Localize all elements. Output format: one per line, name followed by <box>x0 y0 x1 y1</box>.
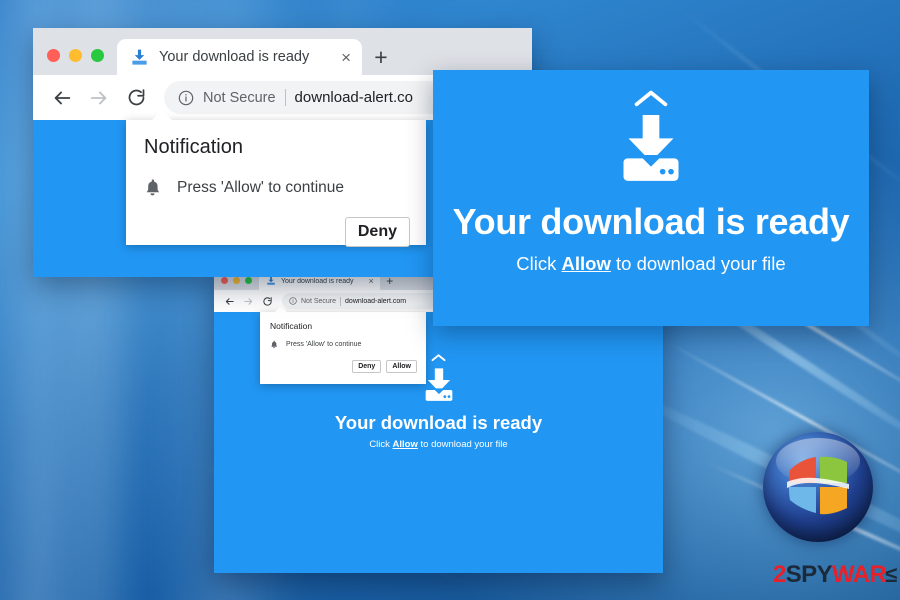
tab-title-small: Your download is ready <box>281 277 354 285</box>
chevron-up-icon <box>634 90 668 107</box>
window-controls-small <box>214 277 259 290</box>
url-text-small: download-alert.com <box>345 297 407 305</box>
tab-title-large: Your download is ready <box>159 49 310 65</box>
logo-part-3: WAR <box>831 561 887 588</box>
arrow-left-icon <box>225 297 234 305</box>
tab-close-icon[interactable]: × <box>341 49 351 66</box>
bell-icon <box>146 179 160 196</box>
maximize-window-button[interactable] <box>91 49 104 62</box>
page-content-small: Your download is ready Click Allow to do… <box>214 306 663 573</box>
info-circle-icon <box>289 297 297 305</box>
chevron-up-icon <box>431 354 446 362</box>
back-button-large[interactable] <box>45 81 79 115</box>
allow-link-small[interactable]: Allow <box>393 439 418 450</box>
security-label-large: Not Secure <box>203 89 276 106</box>
back-button-small[interactable] <box>221 293 238 310</box>
tab-strip-large: Your download is ready × + <box>33 28 532 75</box>
notification-actions-large: Deny <box>144 217 410 247</box>
minimize-window-button[interactable] <box>69 49 82 62</box>
logo-part-2: SPY <box>785 561 833 588</box>
download-tray-icon <box>267 276 275 285</box>
notification-actions-small: Deny Allow <box>270 360 417 373</box>
logo-part-1: 2 <box>773 561 786 588</box>
reload-icon <box>128 89 144 106</box>
promo-sub-suffix-small: to download your file <box>417 439 508 451</box>
allow-button-small[interactable]: Allow <box>386 360 417 373</box>
omnibox-divider <box>340 296 342 306</box>
forward-button-large[interactable] <box>82 81 116 115</box>
windows-flag-icon <box>787 456 849 515</box>
tab-close-icon[interactable]: × <box>369 276 374 286</box>
arrow-right-icon <box>90 91 107 104</box>
notification-popup-small[interactable]: Notification Press 'Allow' to continue D… <box>260 306 426 384</box>
close-window-button[interactable] <box>47 49 60 62</box>
reload-icon <box>263 296 272 306</box>
promo-sub-prefix-large: Click <box>516 252 562 274</box>
new-tab-button-large[interactable]: + <box>362 39 400 75</box>
windows-logo-orb <box>763 432 873 542</box>
promo-subtext-small: Click Allow to download your file <box>369 439 507 450</box>
arrow-right-icon <box>244 297 253 305</box>
info-circle-icon <box>178 90 194 105</box>
deny-button-large[interactable]: Deny <box>344 217 410 247</box>
logo-chevron-icon: ≤ <box>885 562 897 587</box>
popup-arrow <box>274 306 288 313</box>
maximize-window-button[interactable] <box>245 277 252 284</box>
promo-sub-prefix-small: Click <box>369 439 393 451</box>
notification-message-row-small: Press 'Allow' to continue <box>270 340 417 349</box>
promo-subtext-large: Click Allow to download your file <box>516 253 785 275</box>
notification-message-large: Press 'Allow' to continue <box>177 178 345 196</box>
promo-headline-small: Your download is ready <box>334 412 543 433</box>
download-tray-icon <box>132 49 147 65</box>
download-promo-overlay: Your download is ready Click Allow to do… <box>433 70 869 326</box>
window-controls-large <box>33 49 117 75</box>
popup-arrow <box>151 110 173 121</box>
forward-button-small[interactable] <box>240 293 257 310</box>
allow-link-large[interactable]: Allow <box>562 253 611 274</box>
bell-icon <box>271 340 278 349</box>
security-label-small: Not Secure <box>301 297 337 305</box>
deny-button-small[interactable]: Deny <box>352 360 382 373</box>
browser-tab-large[interactable]: Your download is ready × <box>117 39 362 75</box>
notification-title-small: Notification <box>270 321 313 331</box>
notification-popup-large[interactable]: Notification Press 'Allow' to continue D… <box>126 110 426 247</box>
close-window-button[interactable] <box>221 277 228 284</box>
minimize-window-button[interactable] <box>233 277 240 284</box>
download-tray-icon <box>623 115 679 181</box>
promo-sub-suffix-large: to download your file <box>610 252 786 274</box>
promo-headline-large: Your download is ready <box>452 201 850 242</box>
2spyware-logo: 2SPYWAR≤ <box>773 561 897 588</box>
notification-title-large: Notification <box>144 136 243 158</box>
arrow-left-icon <box>54 91 71 104</box>
notification-message-row-large: Press 'Allow' to continue <box>144 178 410 197</box>
notification-message-small: Press 'Allow' to continue <box>286 341 362 348</box>
reload-button-large[interactable] <box>119 81 153 115</box>
url-text-large: download-alert.co <box>294 89 413 106</box>
omnibox-divider <box>284 89 286 106</box>
desktop-background: 2SPYWAR≤ Your download is ready × + Not … <box>0 0 900 600</box>
